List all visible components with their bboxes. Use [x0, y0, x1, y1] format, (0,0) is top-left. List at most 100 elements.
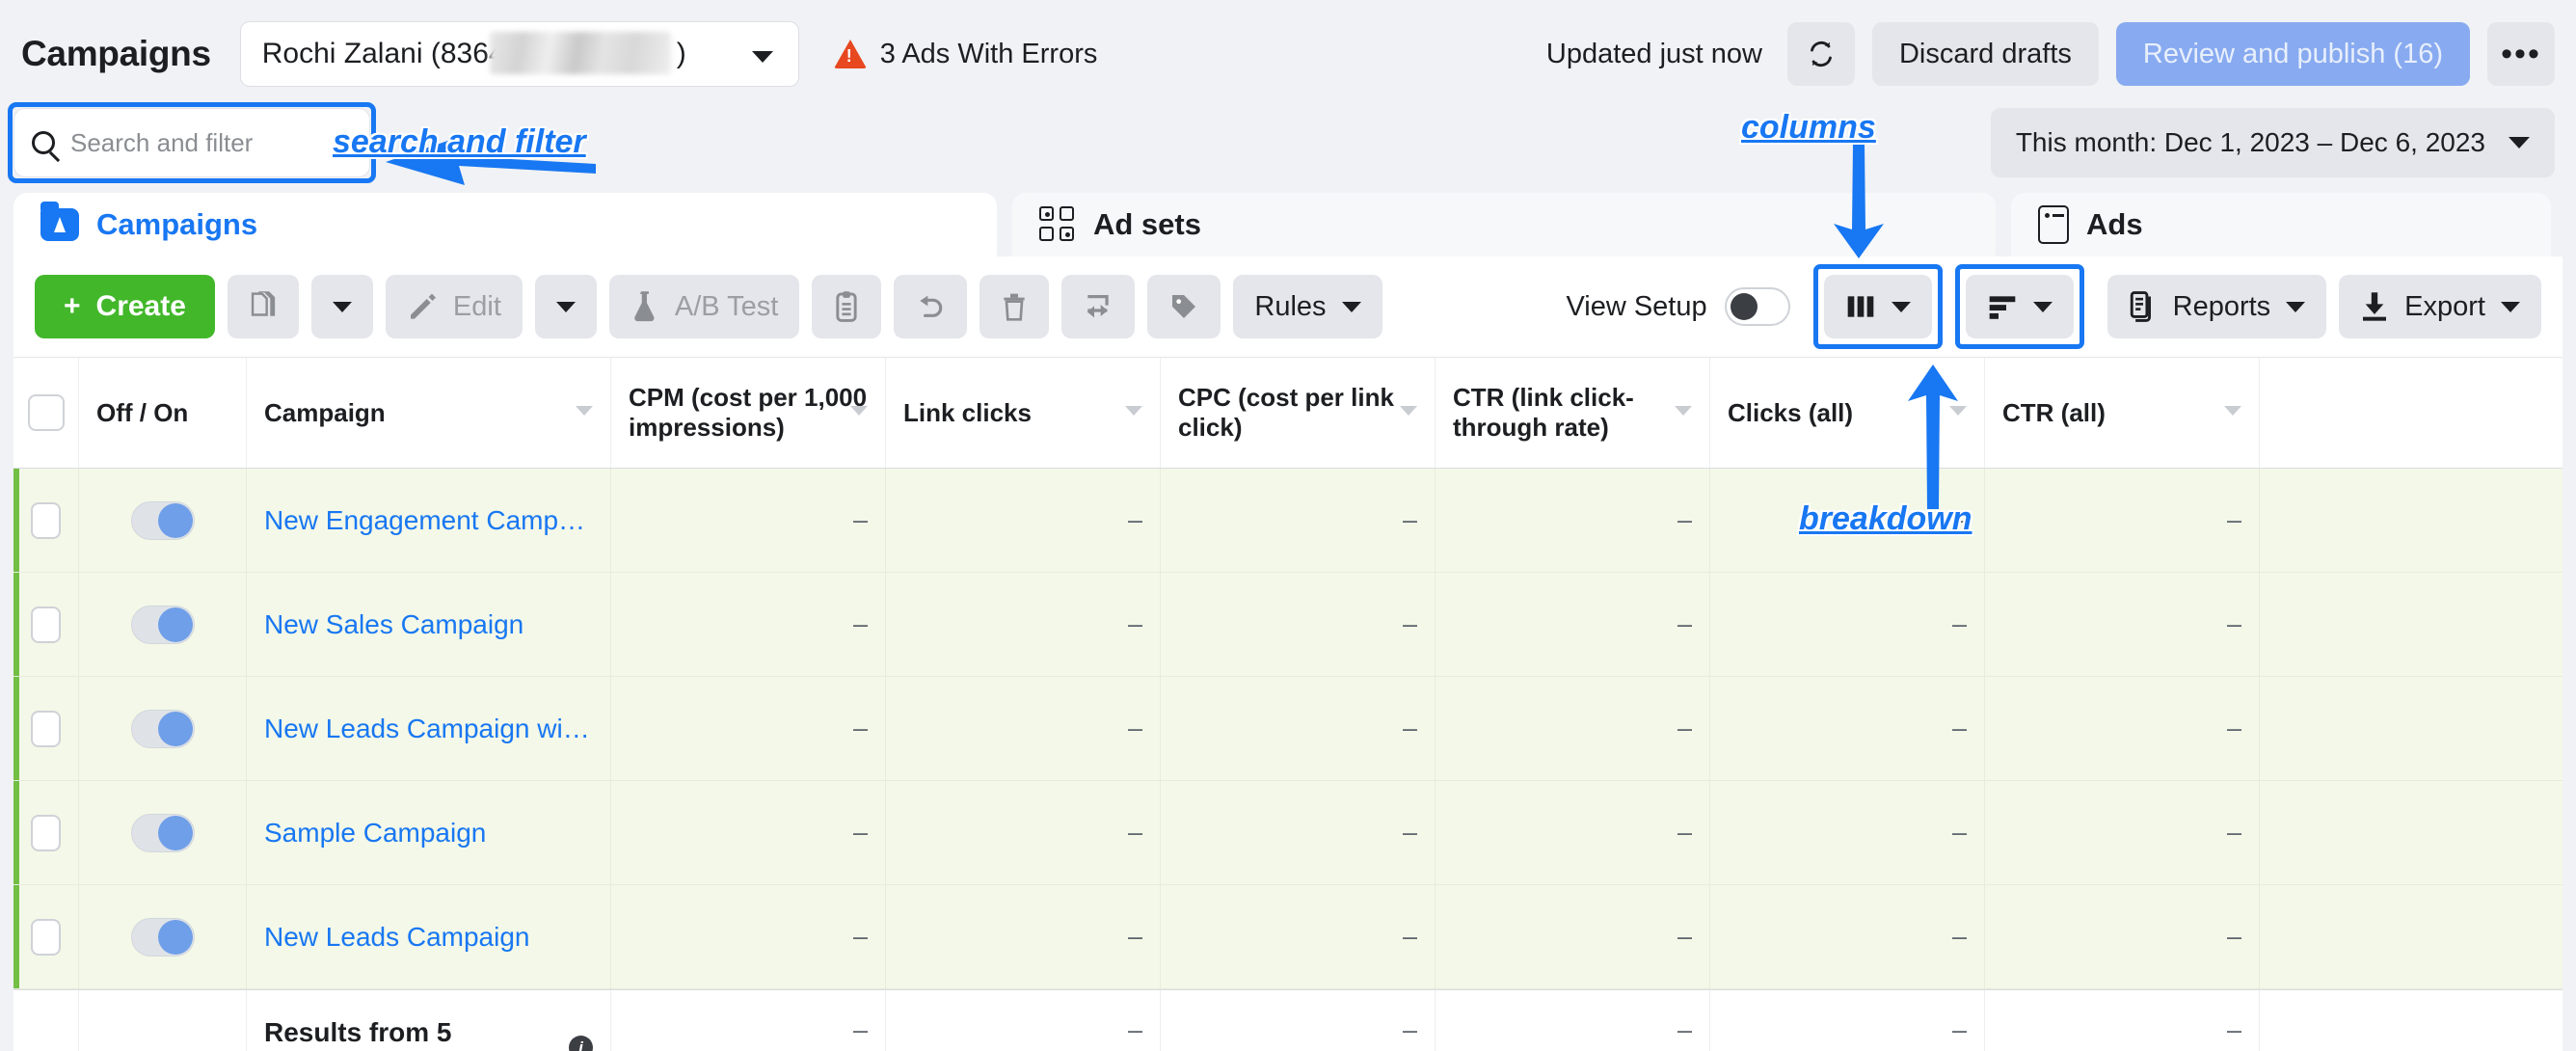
row-checkbox[interactable]: [31, 814, 61, 851]
delete-button[interactable]: [979, 275, 1050, 338]
clipboard-button[interactable]: [812, 275, 882, 338]
row-select-cell[interactable]: [13, 885, 79, 988]
table-row[interactable]: New Sales Campaign – – – – – –: [13, 573, 2563, 677]
campaign-name-link[interactable]: New Sales Campaign: [264, 609, 523, 640]
campaign-name-link[interactable]: New Engagement Campaign: [264, 505, 593, 536]
row-campaign-cell[interactable]: Sample Campaign: [247, 781, 611, 884]
row-metric-cell: –: [1161, 469, 1436, 572]
row-toggle-cell[interactable]: [79, 573, 247, 676]
tab-campaigns-label: Campaigns: [96, 207, 258, 241]
column-header-cpc[interactable]: CPC (cost per link click): [1161, 358, 1436, 468]
chevron-down-icon[interactable]: [850, 406, 868, 416]
campaign-name-link[interactable]: Sample Campaign: [264, 818, 486, 849]
edit-dropdown-button[interactable]: [534, 275, 597, 338]
row-checkbox[interactable]: [31, 710, 61, 747]
review-and-publish-button[interactable]: Review and publish (16): [2115, 22, 2470, 86]
campaigns-table: Off / On Campaign CPM (cost per 1,000 im…: [13, 357, 2563, 1051]
reports-button[interactable]: Reports: [2106, 275, 2327, 338]
row-select-cell[interactable]: [13, 469, 79, 572]
search-and-filter-input[interactable]: Search and filter: [13, 108, 370, 177]
chevron-down-icon[interactable]: [1400, 406, 1417, 416]
more-options-button[interactable]: •••: [2487, 22, 2555, 86]
breakdown-button[interactable]: [1965, 275, 2074, 338]
tag-button[interactable]: [1147, 275, 1221, 338]
column-header-ctr-link[interactable]: CTR (link click-through rate): [1436, 358, 1710, 468]
row-toggle-cell[interactable]: [79, 677, 247, 780]
column-label: Clicks (all): [1728, 397, 1854, 427]
row-checkbox[interactable]: [31, 918, 61, 956]
row-campaign-cell[interactable]: New Leads Campaign: [247, 885, 611, 988]
duplicate-button[interactable]: [227, 275, 299, 338]
date-range-label: This month: Dec 1, 2023 – Dec 6, 2023: [2015, 127, 2485, 157]
row-metric-cell: –: [1436, 885, 1710, 988]
column-header-ctr-all[interactable]: CTR (all): [1985, 358, 2260, 468]
ads-with-errors-status[interactable]: 3 Ads With Errors: [833, 39, 1097, 70]
date-range-picker[interactable]: This month: Dec 1, 2023 – Dec 6, 2023: [1990, 108, 2555, 177]
edit-button[interactable]: Edit: [385, 275, 523, 338]
row-campaign-cell[interactable]: New Sales Campaign: [247, 573, 611, 676]
column-header-clicks-all[interactable]: Clicks (all): [1710, 358, 1985, 468]
table-row[interactable]: Sample Campaign – – – – – –: [13, 781, 2563, 885]
account-selector[interactable]: Rochi Zalani (8364 ): [239, 21, 799, 87]
footer-summary-cell: Results from 5 campaigns i: [247, 990, 611, 1051]
tab-campaigns[interactable]: Campaigns: [13, 193, 997, 256]
row-campaign-cell[interactable]: New Leads Campaign with recommended sett…: [247, 677, 611, 780]
export-label: Export: [2404, 290, 2485, 322]
grid-icon: [1039, 206, 1076, 243]
column-header-cpm[interactable]: CPM (cost per 1,000 impressions): [611, 358, 886, 468]
chevron-down-icon: [2286, 301, 2306, 312]
table-row[interactable]: New Leads Campaign – – – – – –: [13, 885, 2563, 989]
row-select-cell[interactable]: [13, 677, 79, 780]
table-row[interactable]: New Leads Campaign with recommended sett…: [13, 677, 2563, 781]
table-row[interactable]: New Engagement Campaign – – – – – –: [13, 469, 2563, 573]
duplicate-dropdown-button[interactable]: [310, 275, 373, 338]
chevron-down-icon[interactable]: [576, 406, 593, 416]
campaign-on-off-toggle[interactable]: [130, 813, 195, 852]
row-checkbox[interactable]: [31, 501, 61, 539]
chevron-down-icon[interactable]: [2224, 406, 2241, 416]
columns-icon: [1847, 296, 1873, 317]
campaign-on-off-toggle[interactable]: [130, 500, 195, 540]
view-setup-toggle[interactable]: [1724, 287, 1790, 326]
chevron-down-icon[interactable]: [1125, 406, 1142, 416]
info-icon[interactable]: i: [569, 1036, 593, 1051]
column-header-link-clicks[interactable]: Link clicks: [886, 358, 1161, 468]
create-button[interactable]: + Create: [35, 275, 215, 338]
row-metric-cell: –: [1985, 781, 2260, 884]
footer-metric-cell: –Total: [1710, 990, 1985, 1051]
chevron-down-icon: [555, 301, 576, 312]
row-checkbox[interactable]: [31, 606, 61, 643]
rules-button[interactable]: Rules: [1233, 275, 1382, 338]
campaign-name-link[interactable]: New Leads Campaign: [264, 922, 530, 953]
ab-test-button[interactable]: A/B Test: [608, 275, 800, 338]
discard-drafts-button[interactable]: Discard drafts: [1871, 22, 2099, 86]
row-toggle-cell[interactable]: [79, 469, 247, 572]
footer-offon-cell: [79, 990, 247, 1051]
columns-button[interactable]: [1823, 275, 1932, 338]
select-all-cell[interactable]: [13, 358, 79, 468]
export-button[interactable]: Export: [2339, 275, 2541, 338]
column-header-campaign[interactable]: Campaign: [247, 358, 611, 468]
column-header-off-on[interactable]: Off / On: [79, 358, 247, 468]
row-campaign-cell[interactable]: New Engagement Campaign: [247, 469, 611, 572]
campaign-on-off-toggle[interactable]: [130, 917, 195, 957]
chevron-down-icon[interactable]: [1949, 406, 1967, 416]
select-all-checkbox[interactable]: [27, 394, 65, 431]
ab-test-label: A/B Test: [674, 290, 779, 322]
chevron-down-icon: [1341, 301, 1361, 312]
campaign-name-link[interactable]: New Leads Campaign with recommended sett…: [264, 714, 593, 744]
tab-ads[interactable]: Ads: [2011, 193, 2551, 256]
tab-ad-sets[interactable]: Ad sets: [1012, 193, 1996, 256]
undo-button[interactable]: [894, 275, 968, 338]
row-toggle-cell[interactable]: [79, 781, 247, 884]
campaign-on-off-toggle[interactable]: [130, 709, 195, 748]
pencil-icon: [410, 293, 436, 319]
row-toggle-cell[interactable]: [79, 885, 247, 988]
campaign-on-off-toggle[interactable]: [130, 605, 195, 644]
row-select-cell[interactable]: [13, 781, 79, 884]
edit-label: Edit: [452, 290, 501, 322]
chevron-down-icon[interactable]: [1675, 406, 1692, 416]
row-select-cell[interactable]: [13, 573, 79, 676]
refresh-button[interactable]: [1786, 22, 1855, 86]
export-import-button[interactable]: [1061, 275, 1136, 338]
